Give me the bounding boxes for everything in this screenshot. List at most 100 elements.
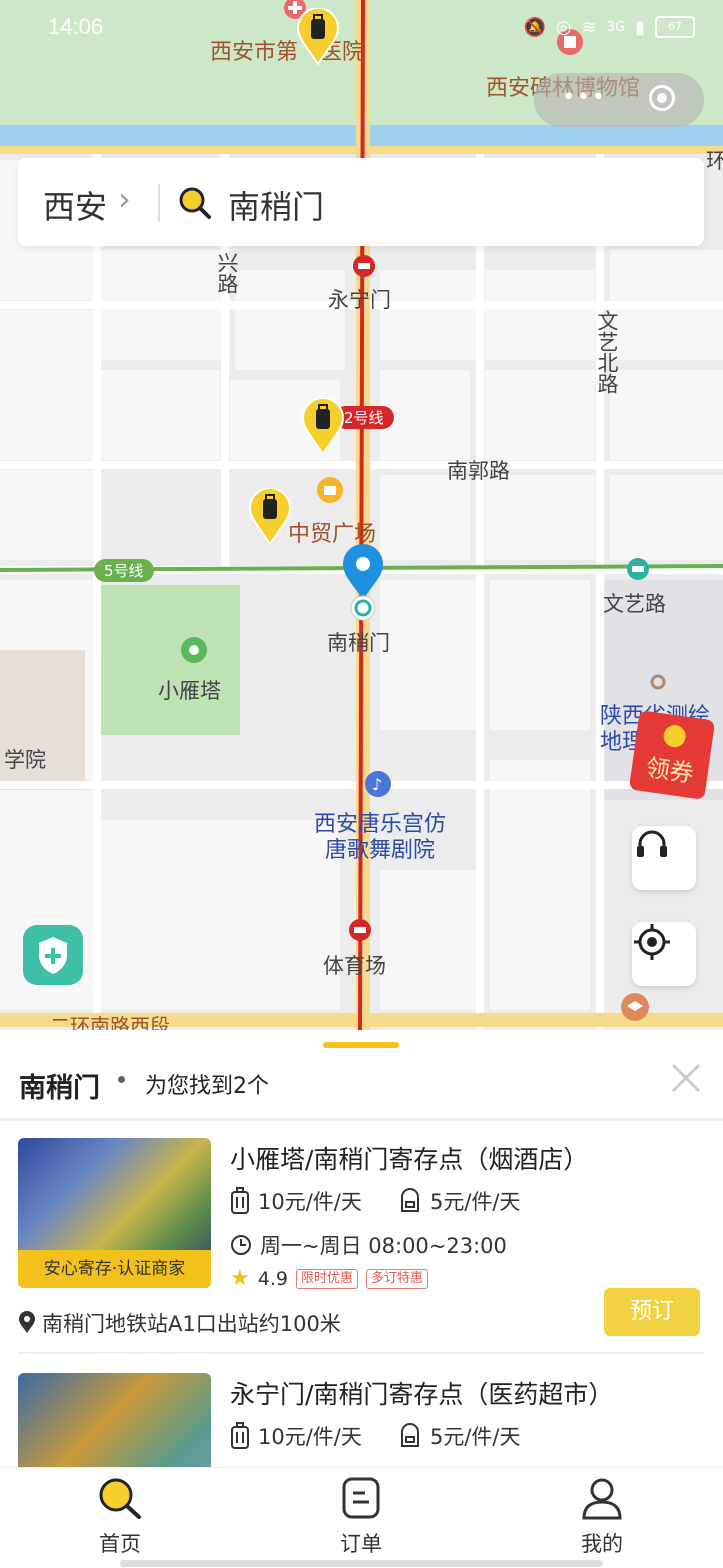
crosshair-icon: [634, 924, 670, 960]
chevron-right-icon[interactable]: ›: [118, 180, 131, 218]
luggage-price-text: 10元/件/天: [258, 1190, 362, 1214]
card-divider: [18, 1352, 704, 1354]
tab-mine-label: 我的: [581, 1532, 623, 1556]
battery-icon: 67: [655, 16, 695, 38]
luggage-pin-icon[interactable]: [301, 398, 345, 456]
bag-price: 5元/件/天: [398, 1186, 521, 1216]
more-menu-icon[interactable]: •••: [562, 85, 607, 110]
tab-home-label: 首页: [99, 1532, 141, 1556]
store-name: 小雁塔/南稍门寄存点（烟酒店）: [230, 1145, 589, 1174]
backpack-icon: [401, 1423, 419, 1447]
map-label-tiyuchang: 体育场: [323, 954, 386, 978]
promo-tag: 限时优惠: [295, 1268, 358, 1289]
wifi-icon: ≋: [581, 16, 597, 38]
metro-station-icon: [353, 255, 375, 277]
camera-poi-icon: [181, 637, 207, 663]
coupon-coin-icon: [662, 723, 688, 749]
sheet-divider: [0, 1118, 723, 1121]
clock-icon: [231, 1235, 251, 1255]
orders-icon: [342, 1477, 380, 1519]
status-time: 14:06: [48, 14, 104, 39]
store-address: 南稍门地铁站A1口出站约100米: [18, 1308, 341, 1338]
map-label-xiaoyanta: 小雁塔: [158, 679, 221, 703]
close-miniprogram-icon[interactable]: [649, 85, 675, 111]
map-label-yongningmen: 永宁门: [328, 288, 391, 312]
promo-tag: 多订特惠: [365, 1268, 428, 1289]
locate-me-button[interactable]: [632, 922, 696, 986]
tab-orders-label: 订单: [340, 1532, 382, 1556]
search-icon: [99, 1478, 141, 1519]
results-sheet: 南稍门 为您找到2个 安心寄存·认证商家 小雁塔/南稍门寄存点（烟酒店） 10元…: [0, 1030, 723, 1467]
results-title: 南稍门: [19, 1073, 100, 1104]
shield-plus-icon: [39, 937, 67, 974]
svg-text:♪: ♪: [372, 775, 382, 794]
luggage-price: 10元/件/天: [230, 1186, 362, 1216]
backpack-icon: [401, 1188, 419, 1212]
search-divider: [158, 184, 160, 222]
book-button[interactable]: 预订: [604, 1288, 700, 1336]
search-icon: [179, 187, 211, 219]
metro-line5-badge: 5号线: [94, 559, 154, 582]
insurance-shield-button[interactable]: [23, 925, 83, 985]
star-icon: ★: [230, 1266, 250, 1291]
metro-station-icon: [349, 919, 371, 941]
metro-station-icon: [627, 558, 649, 580]
tab-home[interactable]: 首页: [60, 1476, 180, 1558]
map-label-college: 学院: [4, 748, 46, 772]
store-thumbnail: 安心寄存·认证商家: [18, 1138, 211, 1288]
city-selector[interactable]: 西安: [43, 182, 107, 228]
bag-price: 5元/件/天: [398, 1421, 521, 1451]
certified-merchant-badge: 安心寄存·认证商家: [18, 1250, 211, 1288]
headset-icon: [637, 830, 667, 857]
location-pin-icon: [343, 544, 383, 621]
coupon-label: 领券: [644, 753, 696, 789]
poi-dot-icon: [650, 674, 666, 690]
map-label-nanshaomen: 南稍门: [327, 631, 390, 655]
luggage-pin-icon[interactable]: [248, 488, 292, 546]
customer-service-button[interactable]: [632, 826, 696, 890]
user-icon: [582, 1478, 622, 1520]
storage-result-card[interactable]: 永宁门/南稍门寄存点（医药超市） 10元/件/天 5元/件/天: [18, 1373, 704, 1467]
map-label-huan: 环: [706, 149, 723, 173]
close-icon[interactable]: [668, 1060, 704, 1096]
luggage-price-text: 10元/件/天: [258, 1425, 362, 1449]
search-input[interactable]: 南稍门: [228, 182, 324, 228]
mute-icon: 🔕: [523, 16, 546, 38]
school-poi-icon: [621, 993, 649, 1021]
suitcase-icon: [231, 1187, 249, 1214]
tab-mine[interactable]: 我的: [542, 1476, 662, 1558]
music-poi-icon: ♪: [365, 771, 391, 797]
signal-icon: ▮: [635, 16, 645, 38]
map-label-tangyue: 西安唐乐宫仿唐歌舞剧院: [313, 812, 446, 863]
bag-price-text: 5元/件/天: [430, 1190, 521, 1214]
coupon-button[interactable]: 领券: [628, 710, 716, 800]
sheet-drag-handle[interactable]: [323, 1042, 399, 1048]
map-canvas: [0, 0, 723, 1030]
suitcase-icon: [231, 1422, 249, 1449]
map-label-nanguo-road: 南郭路: [447, 459, 510, 483]
opening-hours: 周一~周日 08:00~23:00: [230, 1230, 507, 1260]
store-thumbnail: [18, 1373, 211, 1467]
storage-result-card[interactable]: 安心寄存·认证商家 小雁塔/南稍门寄存点（烟酒店） 10元/件/天 5元/件/天…: [18, 1138, 704, 1353]
tab-orders[interactable]: 订单: [301, 1476, 421, 1558]
map-label-second-ring: 二环南路西段: [50, 1014, 170, 1030]
network-status: 3G: [606, 19, 626, 35]
map-label-wenyi-road: 文艺路: [603, 592, 666, 616]
rating-value: 4.9: [257, 1267, 288, 1290]
search-bar: 西安 › 南稍门: [18, 158, 704, 246]
bag-price-text: 5元/件/天: [430, 1425, 521, 1449]
title-dot: [118, 1076, 125, 1083]
map-label-wenyi-north: 文艺北路: [595, 310, 619, 394]
store-address-text: 南稍门地铁站A1口出站约100米: [42, 1312, 341, 1336]
miniprogram-capsule: •••: [534, 73, 704, 127]
map-pin-icon: [19, 1311, 35, 1333]
shop-poi-icon: [317, 477, 343, 503]
store-name: 永宁门/南稍门寄存点（医药超市）: [230, 1380, 614, 1409]
results-count: 为您找到2个: [145, 1074, 269, 1099]
rating-row: ★ 4.9 限时优惠 多订特惠: [230, 1266, 428, 1291]
home-indicator: [120, 1560, 603, 1567]
map-label-xing-road: 兴路: [215, 252, 239, 294]
map-view[interactable]: 西安市第 医院 西安碑林博物馆 环 兴路 永宁门 文艺北路 南郭路 中贸广场 南…: [0, 0, 723, 1030]
luggage-price: 10元/件/天: [230, 1421, 362, 1451]
bottom-tab-bar: 首页 订单 我的: [0, 1467, 723, 1568]
